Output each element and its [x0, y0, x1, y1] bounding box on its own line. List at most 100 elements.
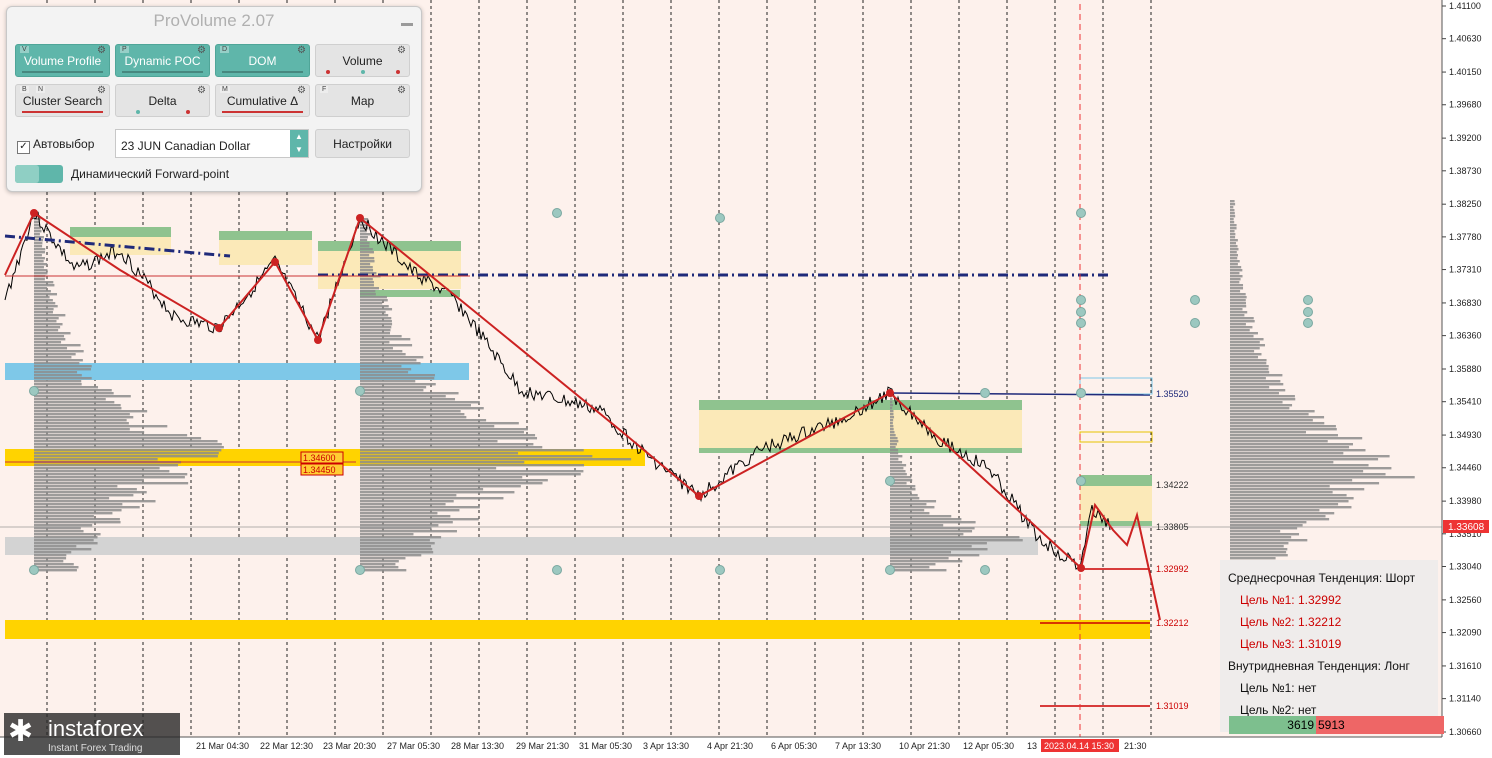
profile-bar [360, 284, 374, 287]
profile-bar [34, 347, 68, 350]
profile-bar [890, 533, 964, 536]
map-button[interactable]: F ⚙ Map [315, 84, 410, 117]
profile-bar [1230, 470, 1364, 473]
delta-button[interactable]: ⚙ Delta [115, 84, 210, 117]
time-tick-label: 10 Apr 21:30 [899, 741, 950, 751]
button-label: Cluster Search [22, 93, 103, 108]
profile-bar [360, 353, 406, 356]
autoselect-checkbox[interactable]: ✓ Автовыбор [17, 137, 94, 154]
profile-bar [1230, 290, 1241, 293]
instrument-select[interactable]: 23 JUN Canadian Dollar ▲ ▼ [115, 129, 309, 158]
profile-bar [1230, 317, 1254, 320]
profile-bar [34, 566, 79, 569]
profile-bar [34, 296, 50, 299]
profile-bar [1230, 386, 1270, 389]
profile-bar [360, 308, 393, 311]
marker-dot [29, 565, 39, 575]
hotkey-label: B [20, 86, 29, 93]
profile-bar [34, 413, 130, 416]
time-tick-label: 31 Mar 05:30 [579, 741, 632, 751]
profile-bar [34, 404, 121, 407]
profile-bar [890, 524, 944, 527]
profile-bar [34, 338, 66, 341]
indicator-dot [396, 70, 400, 74]
profile-bar [1230, 257, 1238, 260]
gear-icon[interactable]: ⚙ [197, 85, 206, 96]
current-price-label: 1.33608 [1448, 522, 1485, 533]
profile-bar [1230, 554, 1288, 557]
profile-bar [360, 566, 399, 569]
price-tick-label: 1.36830 [1449, 298, 1482, 308]
gear-icon[interactable]: ⚙ [297, 45, 306, 56]
profile-bar [360, 530, 457, 533]
profile-bar [360, 542, 435, 545]
price-tick-label: 1.40150 [1449, 67, 1482, 77]
gear-icon[interactable]: ⚙ [97, 85, 106, 96]
price-axis[interactable] [1442, 0, 1492, 758]
profile-bar [34, 452, 219, 455]
settings-button[interactable]: Настройки [315, 129, 410, 158]
level-label: 1.33805 [1156, 522, 1189, 532]
profile-bar [34, 290, 51, 293]
profile-bar [890, 407, 893, 410]
profile-bar [34, 554, 67, 557]
profile-bar [34, 284, 55, 287]
profile-bar [1230, 539, 1308, 542]
level-label: 1.35520 [1156, 389, 1189, 399]
profile-bar [890, 512, 930, 515]
gear-icon[interactable]: ⚙ [397, 85, 406, 96]
profile-bar [34, 506, 140, 509]
dynamic-poc-button[interactable]: P ⚙ Dynamic POC [115, 44, 210, 77]
profile-bar [360, 398, 456, 401]
green-zone [699, 448, 1022, 453]
profile-bar [890, 548, 988, 551]
gear-icon[interactable]: ⚙ [97, 45, 106, 56]
profile-bar [1230, 320, 1255, 323]
instaforex-logo: ✱ instaforex Instant Forex Trading [4, 713, 180, 755]
profile-bar [890, 464, 907, 467]
profile-bar [1230, 341, 1260, 344]
time-tick-label: 7 Apr 13:30 [835, 741, 881, 751]
profile-bar [360, 458, 632, 461]
gear-icon[interactable]: ⚙ [197, 45, 206, 56]
hotkey-label: V [20, 46, 29, 53]
profile-bar [1230, 380, 1281, 383]
checkbox-box[interactable]: ✓ [17, 141, 30, 154]
volume-profile-button[interactable]: V ⚙ Volume Profile [15, 44, 110, 77]
minimize-icon[interactable] [401, 23, 413, 26]
profile-bar [1230, 224, 1237, 227]
cluster-search-button[interactable]: B N ⚙ Cluster Search [15, 84, 110, 117]
profile-bar [360, 500, 454, 503]
profile-bar [34, 317, 59, 320]
profile-bar [890, 413, 894, 416]
profile-bar [1230, 533, 1300, 536]
volume-button[interactable]: ⚙ Volume [315, 44, 410, 77]
gear-icon[interactable]: ⚙ [297, 85, 306, 96]
profile-bar [1230, 200, 1235, 203]
profile-bar [360, 488, 484, 491]
profile-bar [1230, 239, 1238, 242]
profile-bar [1230, 524, 1303, 527]
gear-icon[interactable]: ⚙ [397, 45, 406, 56]
profile-bar [360, 494, 457, 497]
spinner-arrows-icon[interactable]: ▲ ▼ [290, 130, 308, 157]
profile-bar [1230, 419, 1313, 422]
profile-bar [360, 365, 402, 368]
profile-bar [360, 446, 543, 449]
profile-bar [360, 419, 487, 422]
marker-dot [355, 386, 365, 396]
profile-bar [34, 443, 222, 446]
profile-bar [360, 434, 536, 437]
buy-sell-volume-bar: 3619 5913 [1229, 716, 1444, 734]
profile-bar [1230, 542, 1289, 545]
profile-bar [34, 509, 122, 512]
dom-button[interactable]: D ⚙ DOM [215, 44, 310, 77]
sell-volume: 5913 [1316, 716, 1444, 734]
profile-bar [34, 287, 48, 290]
profile-bar [34, 281, 54, 284]
profile-bar [890, 428, 894, 431]
forward-point-toggle[interactable] [15, 165, 63, 183]
profile-bar [890, 515, 952, 518]
cumulative-delta-button[interactable]: M ⚙ Cumulative Δ [215, 84, 310, 117]
hotkey-label: M [220, 86, 230, 93]
